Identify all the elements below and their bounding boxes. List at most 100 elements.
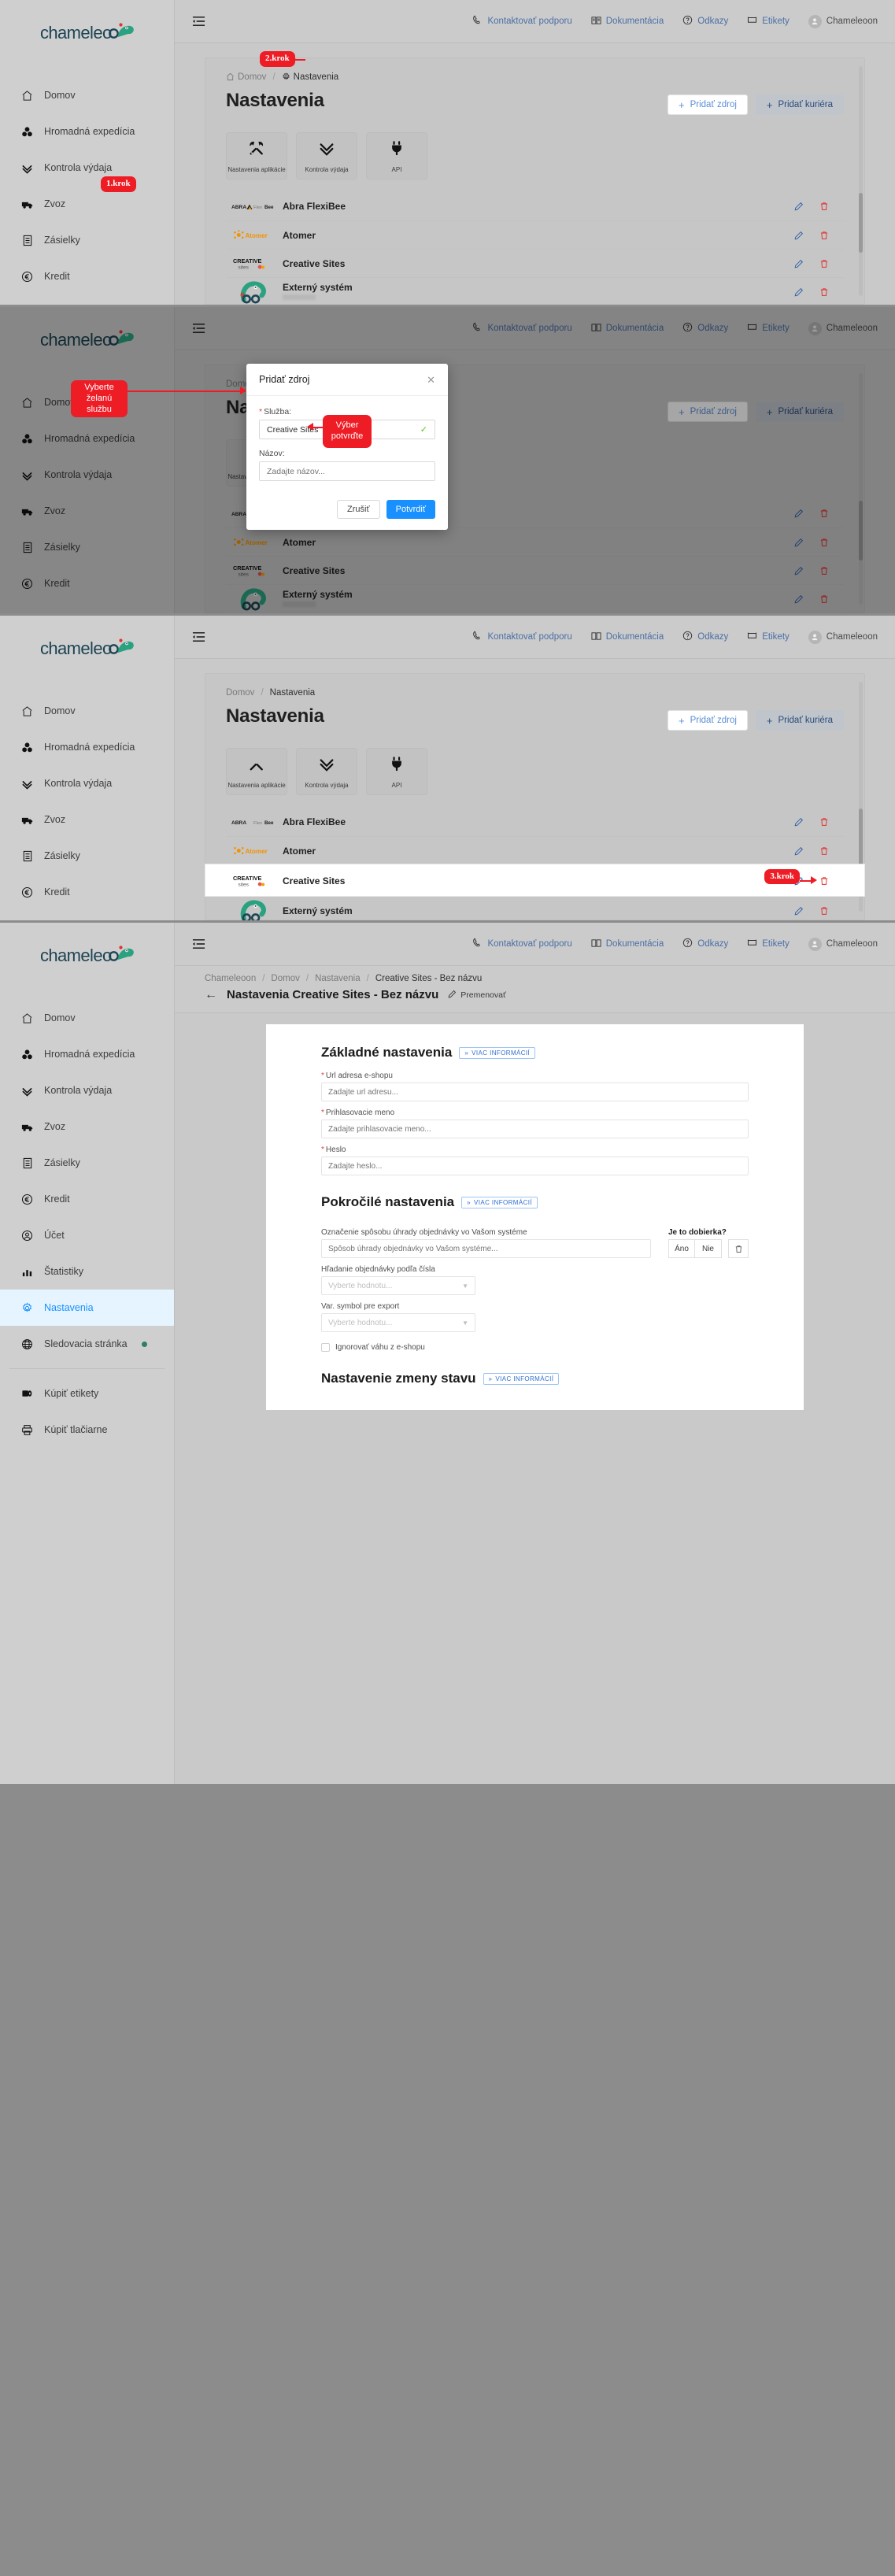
name-input[interactable] — [259, 461, 435, 481]
edit-pencil-icon[interactable] — [793, 846, 804, 857]
sidebar-item-hromadna-expedicia[interactable]: Hromadná expedícia — [0, 729, 174, 765]
table-row[interactable]: Atomer Atomer — [226, 220, 844, 249]
tile-kontrola-vydaja[interactable]: Kontrola výdaja — [296, 132, 357, 180]
edit-pencil-icon[interactable] — [793, 201, 804, 212]
add-courier-button[interactable]: + Pridať kuriéra — [755, 94, 844, 115]
topnav-item-account[interactable]: Chameleoon — [808, 14, 878, 28]
varsymbol-select[interactable]: Vyberte hodnotu... ▼ — [321, 1313, 475, 1332]
sidebar-item-zasielky[interactable]: Zásielky — [0, 222, 174, 258]
tile-nastavenia-aplikacie[interactable]: Nastavenia aplikácie — [226, 748, 287, 795]
breadcrumb-item-domov[interactable]: Domov — [226, 72, 266, 82]
topnav-item-etikety[interactable]: Etikety — [747, 16, 790, 28]
rename-button[interactable]: Premenovať — [448, 990, 506, 1001]
sidebar-item-nastavenia[interactable]: Nastavenia — [0, 1290, 174, 1326]
scrollbar[interactable] — [859, 66, 863, 296]
sidebar-item-domov[interactable]: Domov — [0, 693, 174, 729]
add-courier-button[interactable]: + Pridať kuriéra — [755, 710, 844, 731]
table-row[interactable]: Externý systém — [226, 896, 844, 920]
trash-icon[interactable] — [819, 287, 830, 298]
password-input[interactable] — [321, 1157, 749, 1175]
topnav-item-etikety[interactable]: Etikety — [747, 938, 790, 950]
tile-nastavenia-aplikacie[interactable]: Nastavenia aplikácie — [226, 132, 287, 180]
add-source-button[interactable]: + Pridať zdroj — [668, 94, 748, 115]
edit-pencil-icon[interactable] — [793, 230, 804, 241]
trash-icon[interactable] — [728, 1239, 749, 1258]
login-input[interactable] — [321, 1120, 749, 1138]
table-row[interactable]: ABRA Flex Bee Abra FlexiBee — [226, 192, 844, 220]
topnav-item-dokumentacia[interactable]: Dokumentácia — [591, 16, 664, 28]
breadcrumb-item-chameleoon[interactable]: Chameleoon — [205, 974, 256, 983]
breadcrumb-item-nastavenia[interactable]: Nastavenia — [315, 974, 361, 983]
sidebar-item-kontrola-vydaja[interactable]: Kontrola výdaja — [0, 765, 174, 801]
topnav-item-dokumentacia[interactable]: Dokumentácia — [591, 631, 664, 643]
topnav-item-etikety[interactable]: Etikety — [747, 631, 790, 643]
sidebar-item-zvoz[interactable]: Zvoz — [0, 1108, 174, 1145]
sidebar-item-kredit[interactable]: Kredit — [0, 258, 174, 294]
more-info-button-basic[interactable]: » VIAC INFORMÁCIÍ — [459, 1046, 536, 1059]
edit-pencil-icon[interactable] — [793, 258, 804, 269]
cancel-button[interactable]: Zrušiť — [337, 500, 380, 519]
breadcrumb-item-domov[interactable]: Domov — [226, 688, 254, 698]
sidebar-item-ucet[interactable]: Účet — [0, 1217, 174, 1253]
sidebar-item-kontrola-vydaja[interactable]: Kontrola výdaja — [0, 1072, 174, 1108]
sidebar-item-kontrola-vydaja[interactable]: Kontrola výdaja — [0, 150, 174, 186]
topnav-item-odkazy[interactable]: Odkazy — [682, 938, 728, 950]
more-info-button-advanced[interactable]: » VIAC INFORMÁCIÍ — [461, 1196, 538, 1208]
topnav-item-kontaktovat-podporu[interactable]: Kontaktovať podporu — [472, 938, 572, 950]
sidebar-item-zasielky[interactable]: Zásielky — [0, 1145, 174, 1181]
tile-api[interactable]: API — [366, 748, 427, 795]
sidebar-item-kredit[interactable]: Kredit — [0, 1181, 174, 1217]
cod-no-button[interactable]: Nie — [695, 1239, 722, 1258]
collapse-menu-icon[interactable] — [189, 935, 208, 953]
order-search-select[interactable]: Vyberte hodnotu... ▼ — [321, 1276, 475, 1295]
sidebar-item-zvoz[interactable]: Zvoz — [0, 186, 174, 222]
sidebar-item-kupit-tlaciarne[interactable]: Kúpiť tlačiarne — [0, 1412, 174, 1448]
sidebar-item-zasielky[interactable]: Zásielky — [0, 838, 174, 874]
sidebar-item-kupit-etikety[interactable]: Kúpiť etikety — [0, 1375, 174, 1412]
trash-icon[interactable] — [819, 230, 830, 241]
trash-icon[interactable] — [819, 201, 830, 212]
edit-pencil-icon[interactable] — [793, 287, 804, 298]
sidebar-item-ucet[interactable]: Účet — [0, 910, 174, 920]
confirm-button[interactable]: Potvrdiť — [386, 500, 435, 519]
topnav-item-kontaktovat-podporu[interactable]: Kontaktovať podporu — [472, 631, 572, 643]
edit-pencil-icon[interactable] — [793, 905, 804, 916]
ignore-weight-checkbox[interactable] — [321, 1343, 330, 1352]
table-row[interactable]: Externý systém — [226, 277, 844, 305]
arrow-left-icon[interactable]: ← — [205, 988, 217, 1001]
payment-method-input[interactable] — [321, 1239, 651, 1258]
tile-api[interactable]: API — [366, 132, 427, 180]
sidebar-item-hromadna-expedicia[interactable]: Hromadná expedícia — [0, 1036, 174, 1072]
topnav-item-account[interactable]: Chameleoon — [808, 630, 878, 644]
sidebar-item-domov[interactable]: Domov — [0, 77, 174, 113]
breadcrumb-item-domov[interactable]: Domov — [271, 974, 299, 983]
topnav-item-dokumentacia[interactable]: Dokumentácia — [591, 938, 664, 950]
add-source-button[interactable]: + Pridať zdroj — [668, 710, 748, 731]
sidebar-item-statistiky[interactable]: Štatistiky — [0, 1253, 174, 1290]
trash-icon[interactable] — [819, 875, 830, 886]
table-row-highlighted[interactable]: CREATIVE sites Creative Sites 3.krok — [205, 864, 864, 896]
trash-icon[interactable] — [819, 816, 830, 827]
cod-yes-button[interactable]: Áno — [668, 1239, 695, 1258]
collapse-menu-icon[interactable] — [189, 627, 208, 646]
topnav-item-odkazy[interactable]: Odkazy — [682, 15, 728, 28]
collapse-menu-icon[interactable] — [189, 12, 208, 31]
sidebar-item-domov[interactable]: Domov — [0, 1000, 174, 1036]
url-input[interactable] — [321, 1083, 749, 1101]
close-icon[interactable]: ✕ — [427, 375, 435, 385]
sidebar-item-hromadna-expedicia[interactable]: Hromadná expedícia — [0, 113, 174, 150]
topnav-item-odkazy[interactable]: Odkazy — [682, 631, 728, 643]
ignore-weight-row[interactable]: Ignorovať váhu z e-shopu — [321, 1343, 749, 1352]
trash-icon[interactable] — [819, 258, 830, 269]
edit-pencil-icon[interactable] — [793, 816, 804, 827]
table-row[interactable]: Atomer Atomer — [226, 836, 844, 864]
more-info-button-status[interactable]: » VIAC INFORMÁCIÍ — [483, 1372, 560, 1385]
table-row[interactable]: CREATIVE sites Creative Sites — [226, 249, 844, 277]
sidebar-item-zvoz[interactable]: Zvoz — [0, 801, 174, 838]
tile-kontrola-vydaja[interactable]: Kontrola výdaja — [296, 748, 357, 795]
table-row[interactable]: ABRAFlexBeeAbra FlexiBee — [226, 808, 844, 836]
trash-icon[interactable] — [819, 846, 830, 857]
trash-icon[interactable] — [819, 905, 830, 916]
topnav-item-kontaktovat-podporu[interactable]: Kontaktovať podporu — [472, 15, 572, 28]
sidebar-item-sledovacia-stranka[interactable]: Sledovacia stránka — [0, 1326, 174, 1362]
